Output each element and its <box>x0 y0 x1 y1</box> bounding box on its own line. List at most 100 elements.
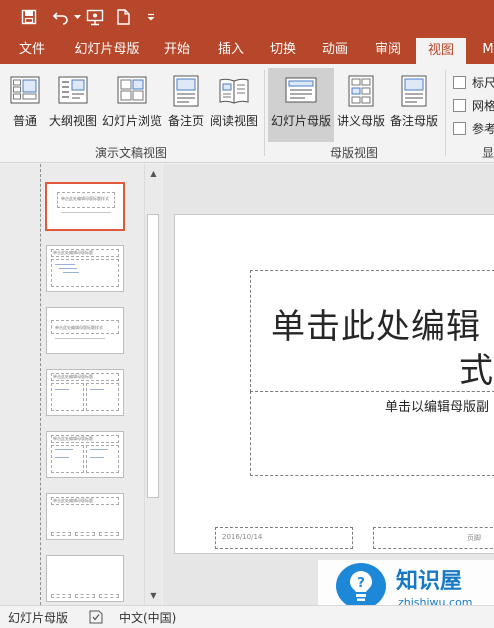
undo-dropdown-icon[interactable] <box>72 6 82 28</box>
tab-slide-master[interactable]: 幻灯片母版 <box>66 36 148 64</box>
tab-home[interactable]: 开始 <box>154 36 200 64</box>
footer-placeholder[interactable]: 页脚 <box>373 527 494 549</box>
thumbnail-scrollbar[interactable]: ▲ ▼ <box>144 164 161 605</box>
ruler-checkbox[interactable]: 标尺 <box>453 74 494 90</box>
status-bar: 幻灯片母版 中文(中国) <box>0 605 494 628</box>
slide-master-icon <box>285 74 317 108</box>
customize-qat-icon[interactable] <box>144 6 158 28</box>
notes-page-label: 备注页 <box>167 114 204 128</box>
normal-view-label: 普通 <box>12 114 37 128</box>
group-separator <box>264 70 265 156</box>
ribbon-view: 普通 大纲视图 幻灯片浏览 备注页 阅读视图 演示文稿视图 幻灯片母版 讲义母版… <box>0 64 494 163</box>
watermark-name: 知识屋 <box>396 569 463 594</box>
guides-checkbox[interactable]: 参考 <box>453 120 494 136</box>
layout-thumbnail[interactable] <box>46 555 124 602</box>
guides-checkbox-label: 参考 <box>472 121 494 136</box>
notes-master-icon <box>398 74 430 108</box>
outline-view-button[interactable]: 大纲视图 <box>46 68 100 142</box>
title-placeholder[interactable]: 单击此处编辑 式 <box>250 270 494 392</box>
subtitle-placeholder-text: 单击以编辑母版副 <box>385 400 490 415</box>
new-file-icon[interactable] <box>113 6 133 28</box>
thumb-title-text: 单击此处编辑母版标题样式 <box>55 325 103 330</box>
thumb-footer-placeholder <box>51 594 71 598</box>
scroll-down-icon[interactable]: ▼ <box>146 588 161 603</box>
scroll-up-icon[interactable]: ▲ <box>146 166 161 181</box>
svg-text:?: ? <box>357 576 365 591</box>
gridlines-checkbox[interactable]: 网格 <box>453 97 494 113</box>
notes-master-button[interactable]: 备注母版 <box>388 68 440 142</box>
slideshow-start-icon[interactable] <box>84 6 106 28</box>
tab-insert[interactable]: 插入 <box>208 36 254 64</box>
slide-sorter-icon <box>116 74 148 108</box>
thumb-body-placeholder <box>86 383 119 411</box>
undo-icon[interactable] <box>50 6 72 28</box>
group-label-master-views: 母版视图 <box>330 146 379 160</box>
thumb-content-line <box>90 457 104 458</box>
layout-thumbnail[interactable]: 单击此处编辑母版标题样式 <box>46 245 124 292</box>
date-text: 2016/10/14 <box>222 533 263 541</box>
master-connector-line <box>40 164 41 605</box>
notes-page-button[interactable]: 备注页 <box>164 68 208 142</box>
handout-master-icon <box>345 74 377 108</box>
thumb-content-line <box>55 449 73 450</box>
tab-file[interactable]: 文件 <box>8 36 56 64</box>
thumbnail-pane[interactable]: 单击此处编辑母版标题样式 单击此处编辑母版标题样式 单击此处编辑母版标题样式 单… <box>0 164 162 605</box>
ruler-checkbox-box[interactable] <box>453 75 466 89</box>
slide-master-button[interactable]: 幻灯片母版 <box>268 68 334 142</box>
thumb-content-line <box>59 268 77 269</box>
tab-more[interactable]: M <box>476 36 494 64</box>
reading-view-label: 阅读视图 <box>209 114 258 128</box>
thumb-title-text: 单击此处编辑母版标题样式 <box>53 436 93 441</box>
slide-editor: 单击此处编辑 式 单击以编辑母版副 2016/10/14 页脚 <box>163 164 494 605</box>
status-view-name: 幻灯片母版 <box>8 611 69 625</box>
thumb-title-text: 单击此处编辑母版标题样式 <box>53 374 93 379</box>
layout-thumbnail[interactable]: 单击此处编辑母版标题样式 <box>46 369 124 416</box>
title-placeholder-text-line1: 单击此处编辑 <box>271 307 481 347</box>
subtitle-placeholder[interactable]: 单击以编辑母版副 <box>250 391 494 476</box>
save-icon[interactable] <box>18 6 40 28</box>
slide-sorter-label: 幻灯片浏览 <box>101 114 162 128</box>
handout-master-button[interactable]: 讲义母版 <box>334 68 388 142</box>
thumb-content-line <box>61 212 111 213</box>
tab-animations[interactable]: 动画 <box>312 36 358 64</box>
thumb-content-line <box>55 338 105 339</box>
thumb-title-text: 单击此处编辑母版标题样式 <box>61 196 109 201</box>
notes-master-label: 备注母版 <box>389 114 438 128</box>
notes-page-icon <box>170 74 202 108</box>
thumb-content-line <box>55 457 69 458</box>
watermark-logo-icon: ? <box>336 563 386 609</box>
thumb-footer-placeholder <box>75 594 95 598</box>
reading-view-button[interactable]: 阅读视图 <box>208 68 260 142</box>
spelling-check-icon[interactable] <box>88 610 104 627</box>
tab-review[interactable]: 审阅 <box>365 36 411 64</box>
tab-view[interactable]: 视图 <box>416 38 466 64</box>
normal-view-button[interactable]: 普通 <box>4 68 46 142</box>
status-language[interactable]: 中文(中国) <box>119 609 176 626</box>
group-separator <box>445 70 446 156</box>
guides-checkbox-box[interactable] <box>453 121 466 135</box>
thumb-content-line <box>55 264 75 265</box>
thumb-footer-placeholder <box>99 532 119 536</box>
thumb-content-line <box>63 272 79 273</box>
layout-thumbnail[interactable]: 单击此处编辑母版标题样式 <box>46 493 124 540</box>
normal-view-icon <box>9 74 41 108</box>
thumb-content-line <box>55 389 69 390</box>
thumb-footer-placeholder <box>51 532 71 536</box>
title-placeholder-text-line2: 式 <box>459 351 493 391</box>
group-label-show: 显 <box>482 146 494 160</box>
reading-view-icon <box>218 74 250 108</box>
group-label-presentation-views: 演示文稿视图 <box>95 146 168 160</box>
thumb-footer-placeholder <box>99 594 119 598</box>
master-thumbnail[interactable]: 单击此处编辑母版标题样式 <box>45 182 125 231</box>
slide-sorter-button[interactable]: 幻灯片浏览 <box>100 68 164 142</box>
scrollbar-thumb[interactable] <box>147 214 159 498</box>
thumb-title-text: 单击此处编辑母版标题样式 <box>53 498 93 503</box>
date-placeholder[interactable]: 2016/10/14 <box>215 527 353 549</box>
thumb-body-placeholder <box>51 383 84 411</box>
slide-canvas[interactable]: 单击此处编辑 式 单击以编辑母版副 2016/10/14 页脚 <box>174 214 494 554</box>
ribbon-tabs: 文件 幻灯片母版 开始 插入 切换 动画 审阅 视图 M <box>0 36 494 64</box>
layout-thumbnail[interactable]: 单击此处编辑母版标题样式 <box>46 431 124 478</box>
tab-transitions[interactable]: 切换 <box>260 36 306 64</box>
gridlines-checkbox-box[interactable] <box>453 98 466 112</box>
layout-thumbnail[interactable]: 单击此处编辑母版标题样式 <box>46 307 124 354</box>
